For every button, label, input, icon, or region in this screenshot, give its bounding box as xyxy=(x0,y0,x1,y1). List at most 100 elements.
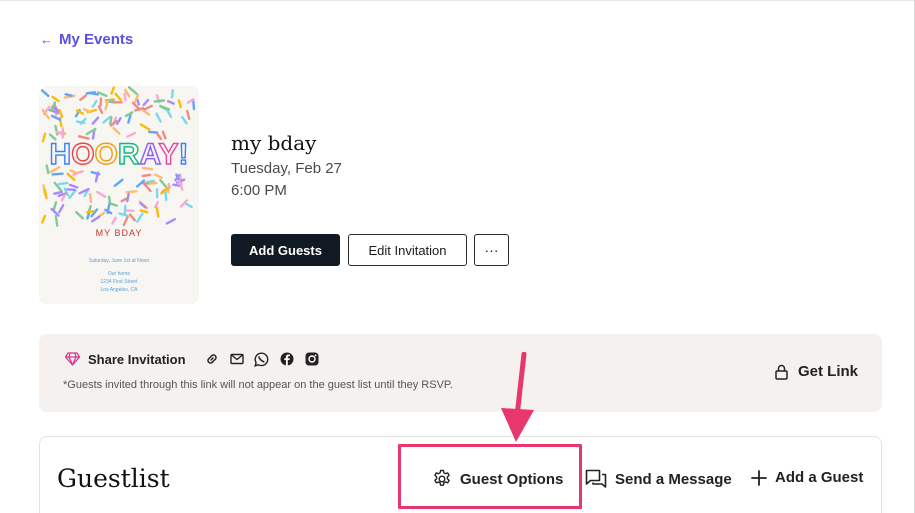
facebook-icon[interactable] xyxy=(279,351,295,367)
sprinkle xyxy=(96,190,107,198)
sprinkle xyxy=(192,100,196,111)
top-divider xyxy=(0,0,915,1)
sprinkle xyxy=(185,202,193,209)
back-link-label: My Events xyxy=(59,31,134,48)
sprinkle xyxy=(180,115,188,125)
sprinkle xyxy=(111,216,117,225)
sprinkle xyxy=(91,215,101,223)
sprinkle xyxy=(97,105,104,114)
event-title: my bday xyxy=(231,131,317,155)
sprinkle xyxy=(43,188,48,200)
edit-invitation-button[interactable]: Edit Invitation xyxy=(348,234,467,266)
sprinkle xyxy=(82,107,92,114)
back-to-my-events-link[interactable]: ← My Events xyxy=(40,31,133,48)
sprinkle xyxy=(139,202,147,209)
guest-options-button[interactable]: Guest Options xyxy=(432,469,563,489)
lock-icon xyxy=(774,364,790,380)
sprinkle xyxy=(126,192,130,203)
sprinkle xyxy=(115,117,122,126)
sprinkle xyxy=(66,188,76,192)
sprinkle xyxy=(114,92,122,102)
send-message-button[interactable]: Send a Message xyxy=(585,469,732,489)
add-a-guest-button[interactable]: Add a Guest xyxy=(751,469,863,486)
whatsapp-icon[interactable] xyxy=(254,351,270,367)
gear-icon xyxy=(432,469,452,489)
guestlist-title: Guestlist xyxy=(57,464,170,493)
get-link-label: Get Link xyxy=(797,363,858,380)
sprinkle xyxy=(64,92,73,97)
sprinkle xyxy=(123,92,127,102)
chat-bubble-icon xyxy=(585,469,607,489)
card-date-line: Saturday, June 1st at Noon xyxy=(88,258,150,264)
sprinkle xyxy=(142,182,152,193)
sprinkle xyxy=(122,215,130,227)
sprinkle xyxy=(147,130,159,134)
sprinkle xyxy=(166,109,173,119)
sprinkle xyxy=(75,210,84,220)
more-options-button[interactable]: ··· xyxy=(474,234,509,266)
sprinkle xyxy=(50,114,62,121)
event-date: Tuesday, Feb 27 xyxy=(231,160,342,177)
instagram-icon[interactable] xyxy=(304,351,320,367)
sprinkle xyxy=(57,181,69,186)
sprinkle xyxy=(155,206,160,218)
card-address-line-1: Our home xyxy=(107,271,131,277)
plus-icon xyxy=(751,469,767,486)
sprinkle xyxy=(51,95,60,103)
sprinkle xyxy=(128,213,137,222)
sprinkle xyxy=(125,190,138,194)
sprinkle xyxy=(166,99,175,105)
guestlist-section: Guestlist Guest Options Send a Message A… xyxy=(39,436,882,513)
sprinkle xyxy=(40,89,50,98)
get-link-button[interactable]: Get Link xyxy=(774,363,858,380)
link-icon[interactable] xyxy=(204,351,220,367)
sprinkle xyxy=(41,132,47,143)
sprinkle xyxy=(110,86,116,95)
sprinkle xyxy=(170,89,175,99)
sprinkle xyxy=(91,116,100,125)
sprinkle xyxy=(88,192,93,204)
sprinkle xyxy=(143,104,153,111)
share-invitation-label: Share Invitation xyxy=(88,351,186,367)
sprinkle xyxy=(112,126,121,135)
sprinkle xyxy=(50,207,60,217)
sprinkle xyxy=(104,208,113,215)
sprinkle xyxy=(41,214,47,224)
sprinkle xyxy=(159,178,168,188)
event-time: 6:00 PM xyxy=(231,182,287,199)
sprinkle xyxy=(54,214,59,227)
add-guests-button[interactable]: Add Guests xyxy=(231,234,340,266)
share-row: Share Invitation xyxy=(64,351,320,367)
sprinkle xyxy=(58,203,65,214)
share-icons xyxy=(204,351,320,367)
sprinkle xyxy=(113,178,124,188)
sprinkle xyxy=(87,91,99,96)
sprinkle xyxy=(164,190,168,202)
card-event-name: MY BDAY xyxy=(95,228,143,238)
sprinkle xyxy=(126,131,137,138)
invitation-card-preview[interactable]: HOORAY! MY BDAY Saturday, June 1st at No… xyxy=(39,86,199,304)
annotation-arrow-icon xyxy=(501,352,534,442)
share-invitation-panel: Share Invitation *Guests invited through… xyxy=(39,334,882,412)
mail-icon[interactable] xyxy=(229,351,245,367)
sprinkle xyxy=(142,98,150,107)
sprinkle xyxy=(136,212,144,224)
sprinkle xyxy=(86,210,95,214)
card-address-line-2: 1234 First Street xyxy=(100,279,138,285)
sprinkle xyxy=(58,109,64,119)
sprinkle xyxy=(127,86,138,95)
hooray-headline: HOORAY! xyxy=(50,138,189,171)
sprinkle xyxy=(52,201,58,211)
sprinkle xyxy=(139,123,151,131)
sprinkle xyxy=(141,173,152,178)
sprinkle xyxy=(91,99,98,108)
sprinkle xyxy=(139,209,149,214)
share-link-disclaimer: *Guests invited through this link will n… xyxy=(63,379,453,391)
sprinkle xyxy=(153,173,163,179)
card-address-line-3: Los Angeles, CA xyxy=(100,287,138,293)
sprinkle xyxy=(185,109,191,121)
sprinkle xyxy=(97,91,108,98)
sprinkle xyxy=(79,94,88,102)
sprinkle xyxy=(53,190,63,195)
sprinkle xyxy=(68,189,77,200)
